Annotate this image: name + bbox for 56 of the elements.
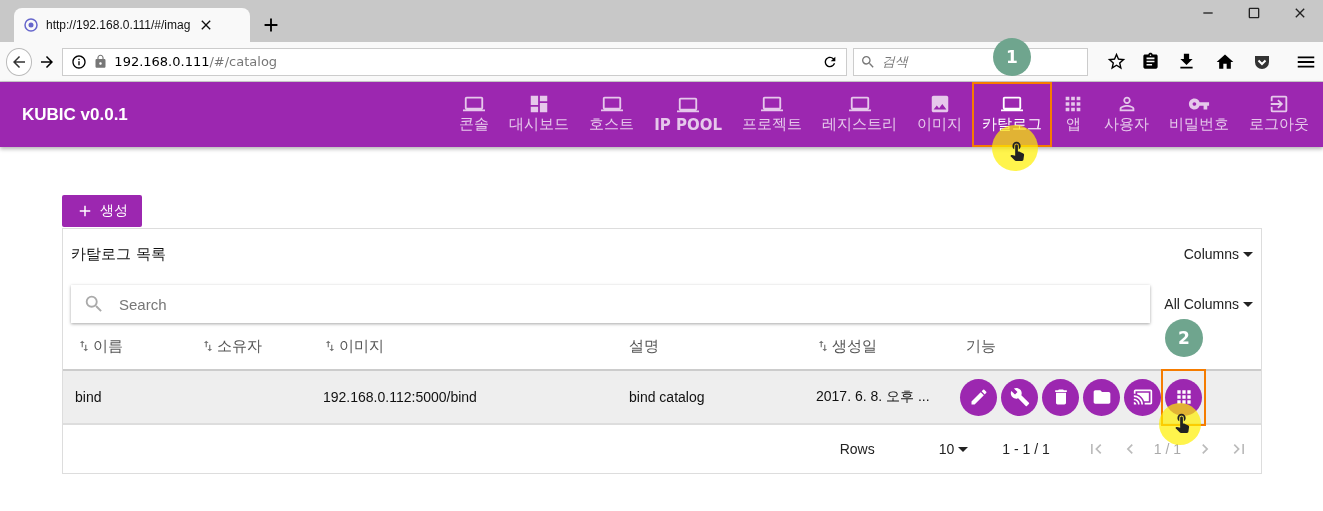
column-filter-dropdown[interactable]: All Columns xyxy=(1164,296,1253,312)
folder-button[interactable] xyxy=(1083,378,1120,416)
info-icon xyxy=(71,53,88,70)
app-title: KUBIC v0.0.1 xyxy=(22,104,128,125)
nav-tab[interactable]: 레지스트리 xyxy=(812,82,907,147)
range-text: 1 - 1 / 1 xyxy=(1002,441,1050,457)
search-placeholder: Search xyxy=(119,295,167,313)
lock-icon xyxy=(93,54,109,69)
create-button[interactable]: 생성 xyxy=(62,195,142,227)
caret-icon xyxy=(1243,251,1253,257)
delete-button[interactable] xyxy=(1042,378,1079,416)
address-bar[interactable]: 192.168.0.111/#/catalog xyxy=(62,47,847,76)
nav-tab[interactable]: 비밀번호 xyxy=(1159,82,1239,147)
table-cell: 192.168.0.112:5000/bind xyxy=(315,371,621,425)
nav-tab[interactable]: 대시보드 xyxy=(499,82,580,147)
table-title: 카탈로그 목록 xyxy=(71,244,166,264)
rows-per-page-select[interactable]: 10 xyxy=(938,441,969,457)
caret-icon xyxy=(958,446,969,452)
search-field[interactable]: Search xyxy=(71,285,1151,323)
search-icon xyxy=(83,293,105,315)
nav-tab[interactable]: 사용자 xyxy=(1094,82,1159,147)
sort-icon xyxy=(201,339,215,353)
globe-icon xyxy=(24,18,38,32)
cast-button[interactable] xyxy=(1124,378,1161,416)
settings-button[interactable] xyxy=(1001,378,1038,416)
tab-title: http://192.168.0.111/#/imag xyxy=(46,18,191,32)
caret-icon xyxy=(1243,301,1253,307)
nav-tab[interactable]: 이미지 xyxy=(907,82,972,147)
search-icon xyxy=(859,53,876,70)
columns-dropdown[interactable]: Columns xyxy=(1183,246,1253,262)
edit-button[interactable] xyxy=(960,378,997,416)
url-text: 192.168.0.111/#/catalog xyxy=(114,54,278,69)
nav-tab[interactable]: 프로젝트 xyxy=(732,82,812,147)
clipboard-icon[interactable] xyxy=(1141,52,1160,71)
sort-icon xyxy=(816,339,830,353)
nav-tab[interactable]: 콘솔 xyxy=(449,82,500,147)
back-button[interactable] xyxy=(6,47,33,76)
browser-tab[interactable]: http://192.168.0.111/#/imag xyxy=(14,8,250,42)
wrench-icon xyxy=(1009,387,1030,407)
folder-icon xyxy=(1091,387,1112,407)
nav-tab[interactable]: 앱 xyxy=(1052,82,1094,147)
table-cell: 2017. 6. 8. 오후 ... xyxy=(808,371,958,425)
table-cell: bind xyxy=(63,371,193,425)
sort-icon xyxy=(77,339,91,353)
search-placeholder: 검색 xyxy=(881,52,908,71)
nav-tab[interactable]: IP POOL xyxy=(644,82,732,147)
step-marker-tooltip: 2 xyxy=(1165,318,1203,357)
star-icon[interactable] xyxy=(1106,51,1127,72)
table-cell: bind catalog xyxy=(621,371,808,425)
page-indicator: 1 / 1 xyxy=(1153,441,1181,457)
cast-icon xyxy=(1132,387,1153,407)
sort-icon xyxy=(323,339,337,353)
nav-tab[interactable]: 호스트 xyxy=(579,82,645,147)
nav-tab[interactable]: 로그아웃 xyxy=(1239,82,1319,147)
logout-icon xyxy=(1268,93,1290,115)
rows-label: Rows xyxy=(839,441,875,457)
